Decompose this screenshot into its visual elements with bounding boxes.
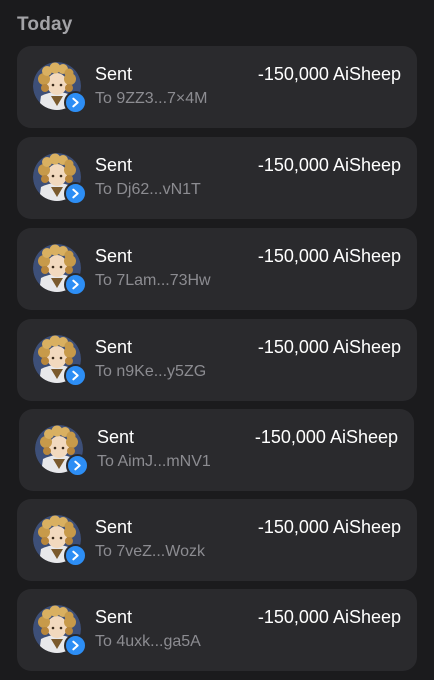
- transaction-recipient: To AimJ...mNV1: [97, 453, 211, 470]
- transaction-card[interactable]: Sent To AimJ...mNV1 -150,000 AiSheep: [19, 409, 414, 491]
- transaction-card[interactable]: Sent To 4uxk...ga5A -150,000 AiSheep: [17, 589, 417, 671]
- avatar: [33, 515, 87, 567]
- send-arrow-icon: [64, 364, 87, 387]
- transaction-card[interactable]: Sent To 9ZZ3...7×4M -150,000 AiSheep: [17, 46, 417, 128]
- transaction-title: Sent: [95, 246, 133, 266]
- send-arrow-icon: [64, 544, 87, 567]
- send-arrow-icon: [64, 182, 87, 205]
- transaction-recipient: To 7veZ...Wozk: [95, 543, 205, 560]
- transaction-amount: -150,000 AiSheep: [257, 246, 401, 266]
- transaction-card[interactable]: Sent To 7veZ...Wozk -150,000 AiSheep: [17, 499, 417, 581]
- section-title-today: Today: [17, 14, 73, 35]
- transaction-title: Sent: [97, 427, 135, 447]
- avatar: [33, 244, 87, 296]
- transaction-amount: -150,000 AiSheep: [257, 64, 401, 84]
- send-arrow-icon: [66, 454, 89, 477]
- send-arrow-icon: [64, 273, 87, 296]
- transaction-recipient: To 7Lam...73Hw: [95, 272, 211, 289]
- transaction-card[interactable]: Sent To n9Ke...y5ZG -150,000 AiSheep: [17, 319, 417, 401]
- transaction-amount: -150,000 AiSheep: [257, 337, 401, 357]
- avatar: [33, 62, 87, 114]
- send-arrow-icon: [64, 634, 87, 657]
- avatar: [33, 335, 87, 387]
- transaction-title: Sent: [95, 64, 133, 84]
- transaction-recipient: To 9ZZ3...7×4M: [95, 90, 208, 107]
- transaction-title: Sent: [95, 517, 133, 537]
- transaction-card[interactable]: Sent To 7Lam...73Hw -150,000 AiSheep: [17, 228, 417, 310]
- transaction-amount: -150,000 AiSheep: [257, 607, 401, 627]
- transaction-title: Sent: [95, 155, 133, 175]
- transaction-amount: -150,000 AiSheep: [257, 517, 401, 537]
- send-arrow-icon: [64, 91, 87, 114]
- transaction-history: Today Sent To 9ZZ3...7×4M -150,000 AiShe…: [0, 0, 434, 680]
- transaction-title: Sent: [95, 337, 133, 357]
- transaction-recipient: To n9Ke...y5ZG: [95, 363, 207, 380]
- transaction-recipient: To 4uxk...ga5A: [95, 633, 201, 650]
- transaction-amount: -150,000 AiSheep: [254, 427, 398, 447]
- transaction-amount: -150,000 AiSheep: [257, 155, 401, 175]
- transaction-title: Sent: [95, 607, 133, 627]
- transaction-recipient: To Dj62...vN1T: [95, 181, 201, 198]
- avatar: [35, 425, 89, 477]
- transaction-card[interactable]: Sent To Dj62...vN1T -150,000 AiSheep: [17, 137, 417, 219]
- avatar: [33, 153, 87, 205]
- avatar: [33, 605, 87, 657]
